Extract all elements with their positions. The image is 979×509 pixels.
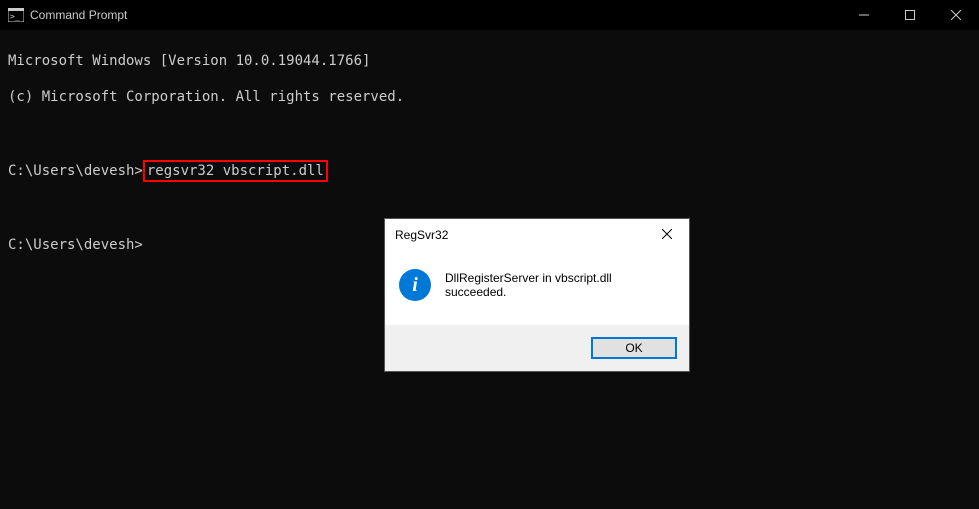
minimize-button[interactable] xyxy=(841,0,887,30)
maximize-button[interactable] xyxy=(887,0,933,30)
terminal-line: Microsoft Windows [Version 10.0.19044.17… xyxy=(8,52,971,70)
titlebar: >_ Command Prompt xyxy=(0,0,979,30)
info-icon-glyph: i xyxy=(412,274,418,297)
cmd-icon: >_ xyxy=(8,7,24,23)
terminal-line xyxy=(8,200,971,218)
regsvr32-dialog: RegSvr32 i DllRegisterServer in vbscript… xyxy=(384,218,690,372)
highlighted-command: regsvr32 vbscript.dll xyxy=(143,160,328,182)
close-button[interactable] xyxy=(933,0,979,30)
terminal-line: (c) Microsoft Corporation. All rights re… xyxy=(8,88,971,106)
dialog-message: DllRegisterServer in vbscript.dll succee… xyxy=(445,271,675,299)
window-controls xyxy=(841,0,979,30)
prompt-prefix: C:\Users\devesh> xyxy=(8,237,143,253)
dialog-close-button[interactable] xyxy=(644,219,689,249)
cursor xyxy=(143,237,151,253)
dialog-footer: OK xyxy=(385,325,689,371)
terminal-line xyxy=(8,124,971,142)
svg-text:>_: >_ xyxy=(10,12,20,21)
window-title: Command Prompt xyxy=(30,8,127,22)
info-icon: i xyxy=(399,269,431,301)
prompt-prefix: C:\Users\devesh> xyxy=(8,163,143,179)
ok-button[interactable]: OK xyxy=(591,337,677,359)
dialog-body: i DllRegisterServer in vbscript.dll succ… xyxy=(385,251,689,325)
dialog-titlebar[interactable]: RegSvr32 xyxy=(385,219,689,251)
dialog-title: RegSvr32 xyxy=(395,228,448,242)
terminal-prompt-line: C:\Users\devesh>regsvr32 vbscript.dll xyxy=(8,160,971,182)
